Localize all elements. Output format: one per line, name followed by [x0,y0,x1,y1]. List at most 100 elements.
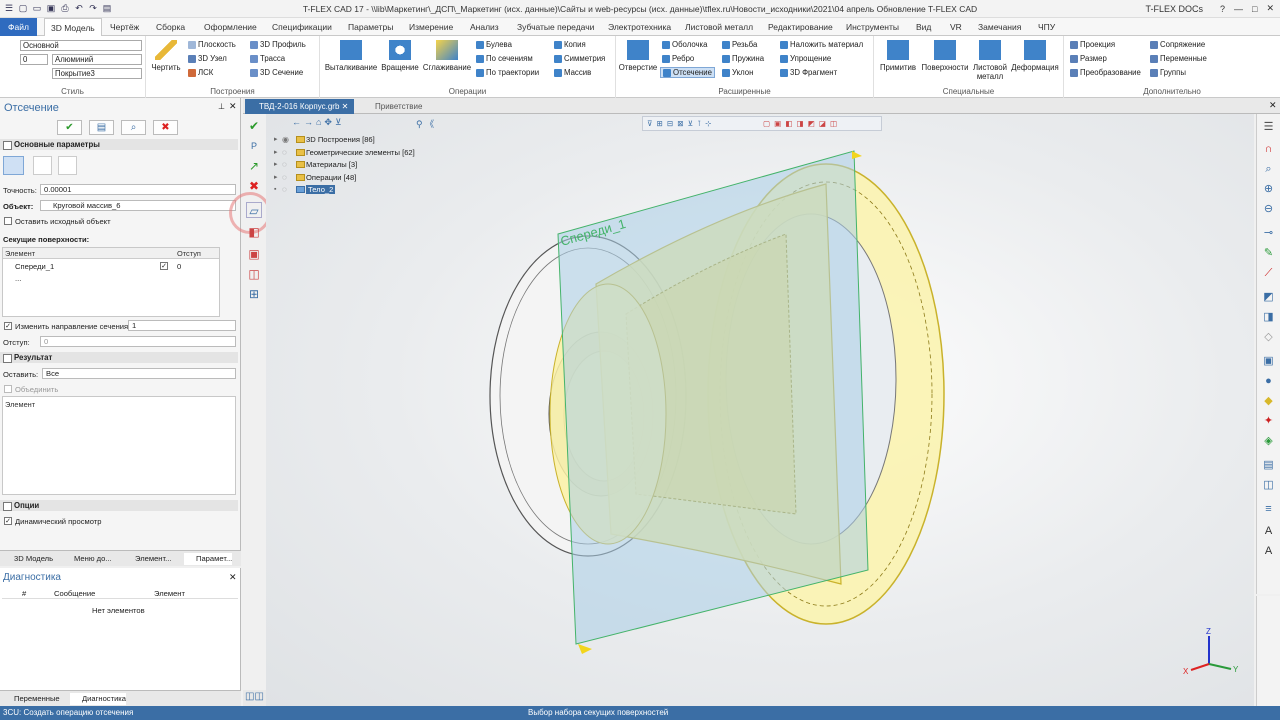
box-icon[interactable]: ▣ [1261,354,1276,369]
tab-menu-panel[interactable]: Меню до... [62,553,112,565]
wireframe-icon[interactable]: ◨ [1261,310,1276,325]
tab-view[interactable]: Вид [910,18,937,36]
layers-icon[interactable]: ≡ [1261,502,1276,517]
measure-icon[interactable]: ⊸ [1261,226,1276,241]
tab-variables[interactable]: Переменные [2,693,60,705]
select-edge-icon[interactable]: ◫ [246,266,262,282]
pin-icon[interactable]: ⊥ [218,102,225,111]
simplify-button[interactable]: Упрощение [780,54,831,63]
params-icon[interactable]: P [246,138,262,154]
doc-tab-welcome[interactable]: Приветствие [361,99,428,114]
tab-diagnostics[interactable]: Диагностика [70,693,127,705]
select-face-icon[interactable]: ◧ [246,224,262,240]
magnet-icon[interactable]: ∩ [1261,142,1276,157]
scene-icon[interactable]: ◈ [1261,434,1276,449]
shell-button[interactable]: Оболочка [662,40,707,49]
extrude-button[interactable]: Выталкивание [324,40,378,72]
close-icon[interactable]: ✕ [1266,3,1274,14]
rib-button[interactable]: Ребро [662,54,694,63]
offset-field[interactable]: 0 [40,336,236,347]
docs-button[interactable]: T-FLEX DOCs [1145,4,1203,14]
doc-tab-close-icon[interactable]: ✕ [342,102,349,111]
tab-file[interactable]: Файл [0,18,37,36]
thread-button[interactable]: Резьба [722,40,757,49]
projection-button[interactable]: Проекция [1070,40,1115,49]
section-main-params[interactable]: Основные параметры [0,139,238,150]
diagnostics-close-icon[interactable]: ✕ [229,572,237,583]
camera-icon[interactable]: ◫ [1261,478,1276,493]
section-result[interactable]: Результат [0,352,238,363]
leave-select[interactable]: Все [42,368,236,379]
light-icon[interactable]: ✦ [1261,414,1276,429]
object-field[interactable]: Круговой массив_6 [40,200,236,211]
dynamic-view-checkbox[interactable]: ✓ [4,517,12,525]
confirm-icon[interactable]: ✔ [246,118,262,134]
lsk-button[interactable]: ЛСК [188,68,213,77]
zoom-out-icon[interactable]: ⊖ [1261,202,1276,217]
help-icon[interactable]: ? [1220,4,1225,14]
node3d-button[interactable]: 3D Узел [188,54,227,63]
rotate-button[interactable]: Вращение [380,40,420,72]
table-row-check[interactable]: ✓ [160,262,168,270]
line-icon[interactable]: ⟋ [1261,266,1276,281]
plane-handle[interactable] [578,644,592,654]
zoom-in-icon[interactable]: ⊕ [1261,182,1276,197]
symmetry-button[interactable]: Симметрия [554,54,605,63]
table-row-name[interactable]: ... [15,274,21,283]
smooth-button[interactable]: Сглаживание [422,40,472,72]
trace-button[interactable]: Трасса [250,54,285,63]
tab-tools[interactable]: Инструменты [840,18,905,36]
tab-analysis[interactable]: Анализ [464,18,505,36]
tab-sheet-metal[interactable]: Листовой металл [679,18,759,36]
primitives-button[interactable]: Примитив [878,40,918,72]
tab-remarks[interactable]: Замечания [972,18,1027,36]
material-button[interactable]: Наложить материал [780,40,863,49]
3d-viewport[interactable]: ▸ ◉ 3D Построения [86] ▸ ◌ Геометрические эл… [266,114,1254,706]
slope-button[interactable]: Уклон [722,68,753,77]
sphere-icon[interactable]: ● [1261,374,1276,389]
plane-button[interactable]: Плоскость [188,40,236,49]
coating-combo[interactable]: Покрытие3 [52,68,142,79]
copy-button[interactable]: Копия [554,40,586,49]
fragment-button[interactable]: 3D Фрагмент [780,68,837,77]
ok-button[interactable]: ✔ [57,120,82,135]
tab-cnc[interactable]: ЧПУ [1032,18,1061,36]
shading-icon[interactable]: ◇ [1261,330,1276,345]
table-row-name[interactable]: Спереди_1 [15,262,54,271]
text-small-icon[interactable]: A [1261,544,1276,559]
tab-elements-panel[interactable]: Элемент... [123,553,171,565]
render-icon[interactable]: ▤ [1261,458,1276,473]
change-direction-field[interactable]: 1 [128,320,236,331]
tab-measure[interactable]: Измерение [403,18,459,36]
variables-button[interactable]: Переменные [1150,54,1207,63]
tab-vr[interactable]: VR [944,18,968,36]
hole-button[interactable]: Отверстие [618,40,658,72]
section3d-button[interactable]: 3D Сечение [250,68,303,77]
table-row-offset[interactable]: 0 [177,262,181,271]
spring-button[interactable]: Пружина [722,54,764,63]
by-path-button[interactable]: По траектории [476,68,539,77]
tab-gears[interactable]: Зубчатые передачи [511,18,600,36]
material-combo[interactable]: Алюминий [52,54,142,65]
edit-icon[interactable]: ✎ [1261,246,1276,261]
minimize-icon[interactable]: — [1234,4,1243,14]
keep-source-checkbox[interactable] [4,217,12,225]
arrays-button[interactable]: Массив [554,68,591,77]
boolean-button[interactable]: Булева [476,40,512,49]
model-scene[interactable]: Спереди_1 Z Y X [266,114,1254,706]
zoom-button[interactable]: ⌕ [121,120,146,135]
layer-combo[interactable]: 0 [20,54,48,65]
doc-tab-model[interactable]: ТВД-2-016 Корпус.grb ✕ [245,99,355,114]
deform-button[interactable]: Деформация [1010,40,1060,72]
conjugation-button[interactable]: Сопряжение [1150,40,1205,49]
section-options[interactable]: Опции [0,500,238,511]
surfaces-button[interactable]: Поверхности [920,40,970,72]
sheet-metal-button[interactable]: Листовой металл [970,40,1010,81]
transform-button[interactable]: Преобразование [1070,68,1141,77]
material-view-icon[interactable]: ◆ [1261,394,1276,409]
tab-3d-model[interactable]: 3D Модель [44,18,102,37]
doc-close-icon[interactable]: ✕ [1269,100,1277,111]
zoom-icon[interactable]: ⌕ [1261,162,1276,177]
mode-one-side-button[interactable] [3,156,24,175]
panel-close-icon[interactable]: ✕ [229,101,237,112]
